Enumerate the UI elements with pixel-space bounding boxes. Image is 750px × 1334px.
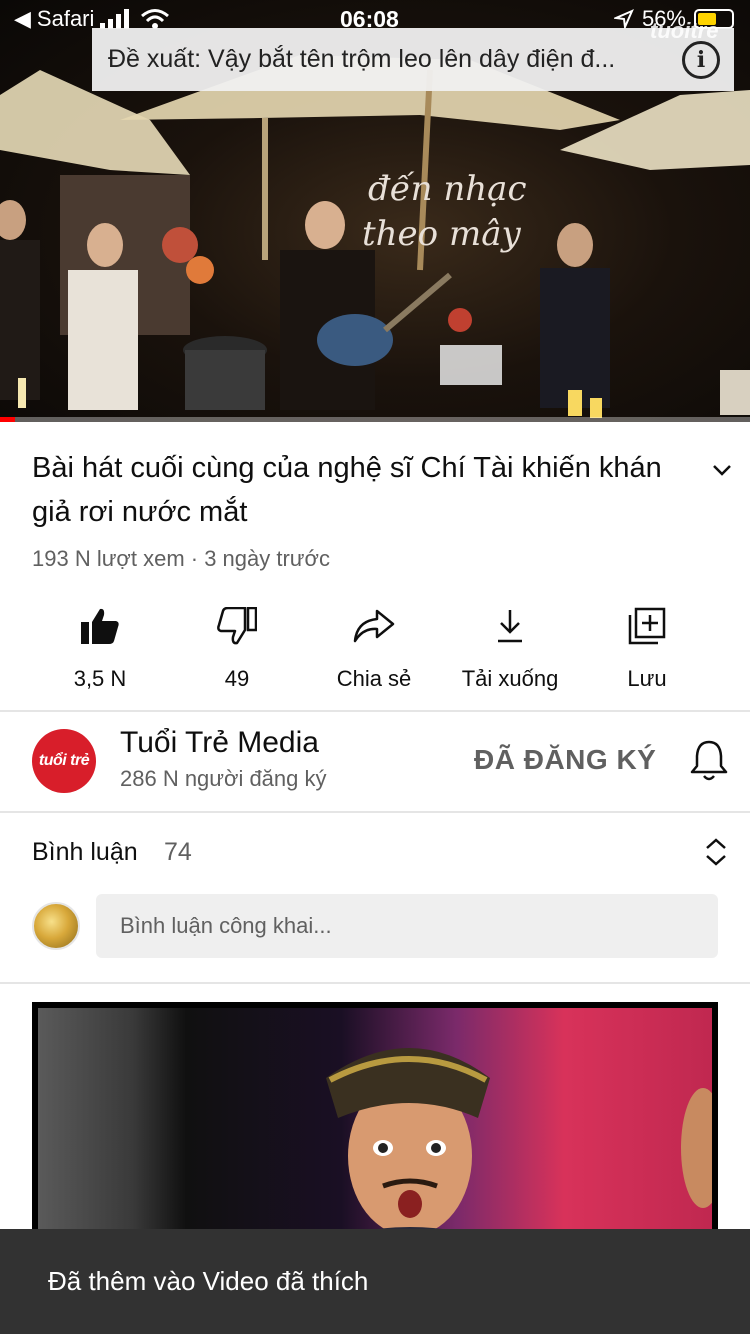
divider xyxy=(0,811,750,813)
suggestion-text: Đề xuất: Vậy bắt tên trộm leo lên dây đi… xyxy=(108,45,616,73)
back-arrow-icon: ◀ xyxy=(14,6,31,31)
action-bar: 3,5 N 49 Chia sẻ Tải xuống Lưu xyxy=(0,602,750,712)
share-label: Chia sẻ xyxy=(336,666,412,691)
wifi-icon xyxy=(141,9,170,29)
dislike-count: 49 xyxy=(224,666,250,691)
channel-avatar[interactable]: tuổi trẻ xyxy=(32,729,96,793)
info-icon[interactable]: i xyxy=(682,40,720,79)
svg-text:theo mây: theo mây xyxy=(362,214,521,254)
comment-input[interactable]: Bình luận công khai... xyxy=(96,894,718,958)
like-count: 3,5 N xyxy=(73,666,127,691)
comments-section: Bình luận 74 Bình luận công khai... xyxy=(0,814,750,982)
video-player[interactable]: đến nhạc theo mây ◀ Safari 06:08 56% Đề … xyxy=(0,0,750,422)
bell-icon[interactable] xyxy=(690,738,728,782)
back-app-label: Safari xyxy=(36,6,95,31)
user-avatar xyxy=(32,902,80,950)
suggestion-banner[interactable]: Đề xuất: Vậy bắt tên trộm leo lên dây đi… xyxy=(92,28,734,91)
divider xyxy=(0,982,750,984)
channel-watermark: tuoitre xyxy=(650,18,719,43)
progress-bar[interactable] xyxy=(0,417,750,422)
location-arrow-icon xyxy=(613,9,634,29)
progress-fill xyxy=(0,417,15,422)
dislike-button[interactable]: 49 xyxy=(167,602,307,692)
like-button[interactable]: 3,5 N xyxy=(30,602,170,692)
channel-name[interactable]: Tuổi Trẻ Media xyxy=(120,726,319,760)
download-icon xyxy=(498,610,522,643)
signal-icon xyxy=(100,9,130,29)
next-video-thumbnail[interactable] xyxy=(32,1002,718,1252)
subscriber-count: 286 N người đăng ký xyxy=(120,766,327,791)
subscribed-button[interactable]: ĐÃ ĐĂNG KÝ xyxy=(474,744,656,776)
save-label: Lưu xyxy=(627,666,667,691)
thumbnail-image xyxy=(308,1048,712,1246)
comments-title: Bình luận xyxy=(32,838,138,866)
save-button[interactable]: Lưu xyxy=(577,602,717,692)
comments-count: 74 xyxy=(164,838,192,866)
toast-message: Đã thêm vào Video đã thích xyxy=(48,1266,369,1296)
thumbs-down-outline-icon xyxy=(217,607,257,645)
share-arrow-icon xyxy=(353,609,395,643)
comment-placeholder: Bình luận công khai... xyxy=(120,913,332,938)
toast-notification: Đã thêm vào Video đã thích xyxy=(0,1229,750,1334)
thumbs-up-filled-icon xyxy=(81,608,119,644)
video-title[interactable]: Bài hát cuối cùng của nghệ sĩ Chí Tài kh… xyxy=(32,446,672,534)
download-label: Tải xuống xyxy=(461,666,559,691)
playlist-add-icon xyxy=(628,607,666,645)
sort-updown-icon[interactable] xyxy=(702,836,730,868)
chevron-down-icon[interactable] xyxy=(708,456,736,484)
download-button[interactable]: Tải xuống xyxy=(440,602,580,692)
video-meta: 193 N lượt xem · 3 ngày trước xyxy=(32,546,330,571)
svg-text:đến nhạc: đến nhạc xyxy=(368,169,527,209)
channel-row: tuổi trẻ Tuổi Trẻ Media 286 N người đăng… xyxy=(0,712,750,812)
share-button[interactable]: Chia sẻ xyxy=(304,602,444,692)
